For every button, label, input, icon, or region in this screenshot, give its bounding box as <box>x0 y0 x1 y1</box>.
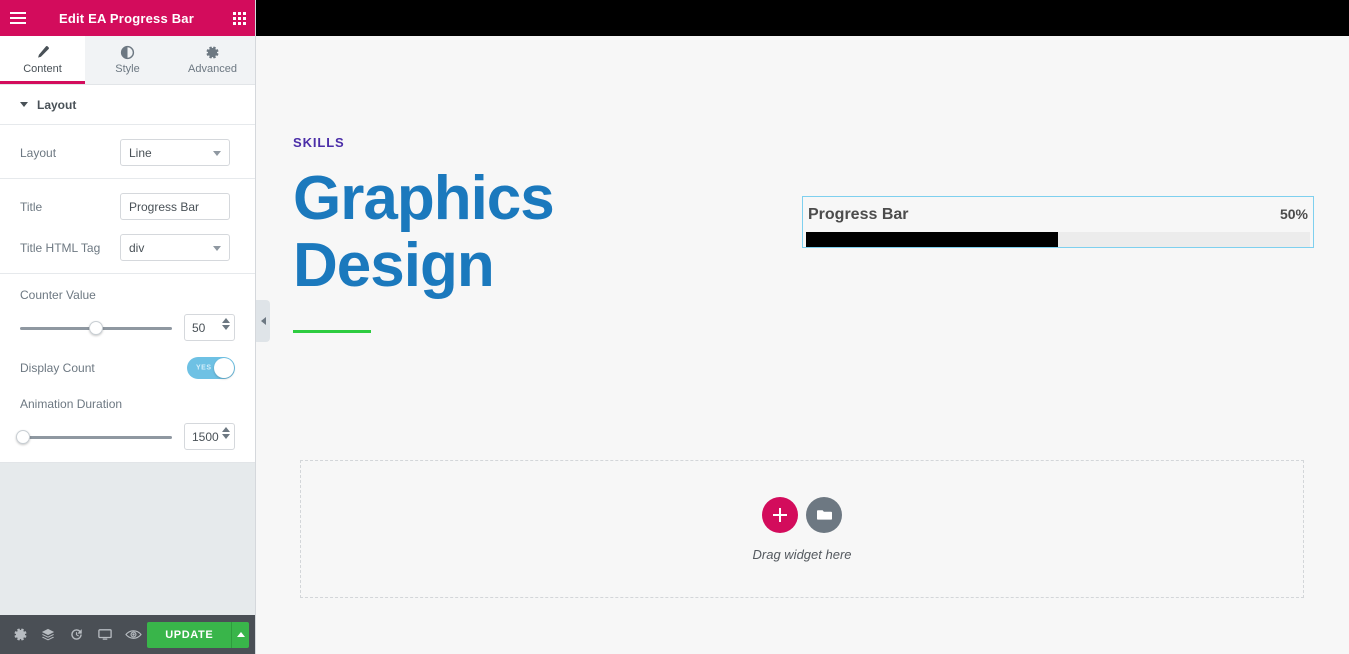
spinner-arrows[interactable] <box>222 427 230 439</box>
counter-value-slider[interactable] <box>20 320 172 335</box>
control-title: Title <box>20 193 235 220</box>
layout-select[interactable]: Line <box>120 139 230 166</box>
section-layout-title: Layout <box>37 97 77 112</box>
counter-value-number: 50 <box>192 320 206 335</box>
plus-glyph <box>773 507 787 522</box>
spinner-down-icon[interactable] <box>222 434 230 439</box>
toggle-knob <box>214 358 234 378</box>
progress-bar-track <box>806 232 1310 247</box>
control-animation-duration: Animation Duration 1500 <box>16 397 235 450</box>
title-html-tag-select[interactable]: div <box>120 234 230 261</box>
tab-content-label: Content <box>23 63 62 75</box>
editor-panel: Edit EA Progress Bar Content Style Advan… <box>0 0 256 654</box>
tab-style[interactable]: Style <box>85 36 170 84</box>
dropzone-buttons <box>762 496 842 533</box>
control-title-html-tag: Title HTML Tag div <box>20 234 235 261</box>
chevron-down-icon <box>213 245 221 251</box>
settings-gear-icon[interactable] <box>6 615 34 654</box>
slider-handle[interactable] <box>89 320 103 335</box>
panel-collapse-handle[interactable] <box>256 300 270 342</box>
spinner-up-icon[interactable] <box>222 427 230 432</box>
control-group-layout: Layout Line <box>0 125 255 179</box>
site-header-bar <box>256 0 1349 36</box>
tab-advanced-label: Advanced <box>188 63 237 75</box>
hero-title: Graphics Design <box>293 164 813 300</box>
contrast-circle-icon <box>120 45 135 60</box>
hamburger-menu-icon[interactable] <box>0 0 36 36</box>
counter-value-numberbox[interactable]: 50 <box>184 314 235 341</box>
animation-duration-slider[interactable] <box>16 429 172 444</box>
history-revisions-icon[interactable] <box>63 615 91 654</box>
layout-select-value: Line <box>129 145 152 160</box>
control-counter-value-label: Counter Value <box>20 288 96 302</box>
control-group-counter: Counter Value 50 Display Count YES Anima… <box>0 274 255 462</box>
spinner-down-icon[interactable] <box>222 325 230 330</box>
tab-style-label: Style <box>115 63 140 75</box>
progress-bar-header: Progress Bar 50% <box>806 206 1310 224</box>
chevron-left-icon <box>260 317 266 325</box>
control-layout: Layout Line <box>20 139 235 166</box>
panel-tabs: Content Style Advanced <box>0 36 255 85</box>
animation-duration-number: 1500 <box>192 429 219 444</box>
widget-dropzone[interactable]: Drag widget here <box>300 460 1304 598</box>
hero-eyebrow: SKILLS <box>293 135 345 150</box>
chevron-up-icon <box>236 632 245 637</box>
update-options-button[interactable] <box>231 621 249 648</box>
spinner-arrows[interactable] <box>222 318 230 330</box>
hero-block: SKILLS Graphics Design <box>293 135 813 333</box>
chevron-down-icon <box>213 150 221 156</box>
control-display-count: Display Count YES <box>20 357 235 379</box>
control-animation-duration-label: Animation Duration <box>20 397 123 411</box>
animation-duration-numberbox[interactable]: 1500 <box>184 423 235 450</box>
slider-track <box>20 435 172 439</box>
plus-circle-icon[interactable] <box>762 496 798 533</box>
control-counter-value: Counter Value 50 <box>20 288 235 341</box>
gear-icon <box>205 45 220 60</box>
control-title-html-tag-label: Title HTML Tag <box>20 240 101 255</box>
control-layout-label: Layout <box>20 145 57 160</box>
control-group-title: Title Title HTML Tag div <box>0 179 255 274</box>
control-title-label: Title <box>20 199 43 214</box>
preview-eye-icon[interactable] <box>119 615 147 654</box>
elementor-editor: Edit EA Progress Bar Content Style Advan… <box>0 0 1349 654</box>
apps-grid-icon[interactable] <box>223 0 255 36</box>
folder-template-icon[interactable] <box>806 496 842 533</box>
panel-body: Layout Layout Line Title Progress Bar Ti… <box>0 85 255 463</box>
section-layout-header[interactable]: Layout <box>0 85 255 125</box>
update-button-group: UPDATE <box>147 621 249 648</box>
progress-bar-fill <box>806 232 1058 247</box>
progress-bar-title: Progress Bar <box>808 206 909 223</box>
display-count-toggle-state: YES <box>196 364 212 372</box>
hero-underline <box>293 329 371 333</box>
panel-header: Edit EA Progress Bar <box>0 0 255 36</box>
progress-bar-percent: 50% <box>1279 206 1308 222</box>
title-input[interactable] <box>120 193 230 220</box>
dropzone-hint: Drag widget here <box>752 546 852 562</box>
chevron-down-icon <box>20 102 28 107</box>
pencil-icon <box>35 45 50 60</box>
panel-title: Edit EA Progress Bar <box>58 10 194 26</box>
responsive-mode-icon[interactable] <box>91 615 119 654</box>
slider-handle[interactable] <box>16 429 31 444</box>
control-display-count-label: Display Count <box>20 361 95 375</box>
progress-bar-widget[interactable]: Progress Bar 50% <box>802 196 1314 248</box>
panel-footer: UPDATE <box>0 615 255 654</box>
panel-empty-space <box>0 463 255 615</box>
title-html-tag-value: div <box>129 240 145 255</box>
tab-advanced[interactable]: Advanced <box>170 36 255 84</box>
spinner-up-icon[interactable] <box>222 318 230 323</box>
navigator-layers-icon[interactable] <box>34 615 62 654</box>
hero-title-line-1: Graphics <box>293 164 555 233</box>
display-count-toggle[interactable]: YES <box>187 357 235 379</box>
hero-title-line-2: Design <box>293 230 495 300</box>
editor-canvas: SKILLS Graphics Design Progress Bar 50% <box>256 0 1349 654</box>
update-button[interactable]: UPDATE <box>147 621 232 648</box>
tab-content[interactable]: Content <box>0 36 85 84</box>
